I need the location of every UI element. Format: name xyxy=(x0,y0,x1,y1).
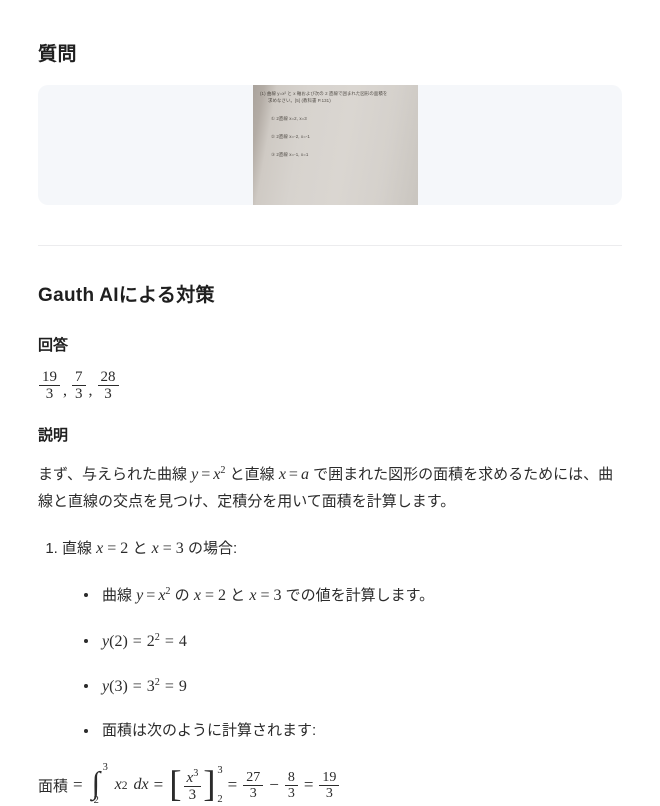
photo-text-line: ② 2直線 x=-2, x=-1 xyxy=(271,134,310,140)
intro-text-2: と直線 xyxy=(225,465,279,483)
integrand-x: x xyxy=(114,776,122,794)
intro-math-a: a xyxy=(300,465,309,483)
bullet-math-eq: = xyxy=(146,587,156,605)
photo-text-line: (1) 曲線 y=x² と x 軸および次の 2 直線で囲まれた図形の面積を xyxy=(260,90,388,96)
formula-fraction-2: 8 3 xyxy=(284,770,298,801)
antiderivative-fraction: x3 3 xyxy=(183,767,202,803)
calc-argument: (2) xyxy=(109,632,128,650)
calc-equals-2: = xyxy=(164,632,174,650)
bracket-close: ] xyxy=(203,764,216,806)
photo-text-line: 求めなさい。[5] (教科書 P.131) xyxy=(268,97,331,103)
integrand-dx: dx xyxy=(133,776,149,794)
answer-separator: , xyxy=(88,381,93,399)
bullet-item: y(2) = 22 = 4 xyxy=(84,628,622,655)
question-image-panel: (1) 曲線 y=x² と x 軸および次の 2 直線で囲まれた図形の面積を 求… xyxy=(38,84,622,205)
formula-equals-4: = xyxy=(303,775,314,795)
calc-base: 3 xyxy=(146,677,155,695)
step-label-post: の場合: xyxy=(183,540,238,558)
antiderivative-denominator: 3 xyxy=(183,785,202,803)
bullet-text-mid2: と xyxy=(226,587,250,605)
calc-result: 4 xyxy=(178,632,187,650)
answer-fraction: 28 3 xyxy=(97,369,119,402)
formula-equals-2: = xyxy=(153,775,164,795)
calc-equals: = xyxy=(132,632,142,650)
formula-fraction-1: 27 3 xyxy=(243,770,264,801)
photo-text-line: ③ 2直線 x=-1, x=1 xyxy=(271,152,309,158)
integral-glyph: ∫ xyxy=(91,765,101,801)
step-math-eq2: = 3 xyxy=(162,540,184,558)
calc-equals: = xyxy=(132,677,142,695)
bullet-math-bx1: x xyxy=(193,587,201,605)
formula-equals-1: = xyxy=(73,775,83,795)
answer-heading: 回答 xyxy=(38,336,69,354)
step-label-pre: 直線 xyxy=(62,540,97,558)
answer-fraction: 7 3 xyxy=(72,369,86,402)
antiderivative-bracket: [ x3 3 ] 3 2 xyxy=(169,764,222,806)
bullet-math-beq1: = 2 xyxy=(204,587,226,605)
intro-math-eq2: = xyxy=(288,465,298,483)
answer-fraction: 19 3 xyxy=(39,369,60,402)
intro-math-x2: x xyxy=(278,465,286,483)
bullet-math-beq2: = 3 xyxy=(260,587,282,605)
answer-separator: , xyxy=(63,381,67,399)
bullet-text-mid1: の xyxy=(170,587,194,605)
integral-upper-limit: 3 xyxy=(102,762,108,774)
formula-fraction-result: 19 3 xyxy=(319,770,340,801)
bullet-item: 面積は次のように計算されます: xyxy=(84,718,622,744)
intro-math-eq: = xyxy=(201,465,211,483)
answer-value: 19 3 , 7 3 , 28 3 xyxy=(38,369,622,402)
bullet-text-post: での値を計算します。 xyxy=(281,587,435,605)
calc-result: 9 xyxy=(178,677,187,695)
explanation-intro-paragraph: まず、与えられた曲線 y = x2 と直線 x = a で囲まれた図形の面積を求めるため… xyxy=(38,461,622,515)
calc-equals-2: = xyxy=(164,677,174,695)
bracket-upper-limit: 3 xyxy=(217,764,223,776)
step-item: 直線 x= 2 と x= 3 の場合: 曲線 y=x2 の x= 2 と x= … xyxy=(62,535,622,743)
formula-equals-3: = xyxy=(227,775,238,795)
explanation-heading: 説明 xyxy=(38,426,69,444)
calc-base: 2 xyxy=(146,632,155,650)
formula-minus: − xyxy=(269,775,279,795)
integral-lower-limit: 2 xyxy=(93,794,99,806)
solution-heading: Gauth AIによる対策 xyxy=(38,284,215,306)
step-bullets-list: 曲線 y = x2 の x = 2 と x = 3 での値を計算します。 y(2) = 22… xyxy=(62,582,622,743)
step-math-x2: x xyxy=(151,540,159,558)
antiderivative-numerator: x3 xyxy=(186,767,199,786)
bullet-item: 曲線 y = x2 の x = 2 と x = 3 での値を計算します。 xyxy=(84,582,622,609)
integral-symbol: ∫ 3 2 xyxy=(89,762,111,806)
bullet-item: y(3) = 32 = 9 xyxy=(84,673,622,700)
photo-text-line: ① 2直線 x=2, x=3 xyxy=(271,116,307,122)
area-integral-formula: 面積 = ∫ 3 2 x 2 dx = [ x3 3 ] 3 2 = 27 3 −… xyxy=(38,762,622,806)
calc-argument: (3) xyxy=(109,677,128,695)
step-label-mid: と xyxy=(128,540,152,558)
bracket-open: [ xyxy=(169,764,182,806)
page-root: 質問 (1) 曲線 y=x² と x 軸および次の 2 直線で囲まれた図形の面積… xyxy=(0,0,660,805)
solution-steps-list: 直線 x= 2 と x= 3 の場合: 曲線 y=x2 の x= 2 と x= … xyxy=(38,535,622,743)
intro-text-1-fallback: まず、与えられた曲線 xyxy=(38,465,192,483)
bullet-text: 面積は次のように計算されます: xyxy=(102,721,317,739)
question-heading: 質問 xyxy=(38,44,78,65)
step-math-eq1: = 2 xyxy=(107,540,129,558)
bullet-text-pre: 曲線 xyxy=(102,587,137,605)
bracket-lower-limit: 2 xyxy=(217,794,223,806)
formula-lhs-label: 面積 xyxy=(38,777,69,795)
question-photo[interactable]: (1) 曲線 y=x² と x 軸および次の 2 直線で囲まれた図形の面積を 求… xyxy=(253,84,418,205)
